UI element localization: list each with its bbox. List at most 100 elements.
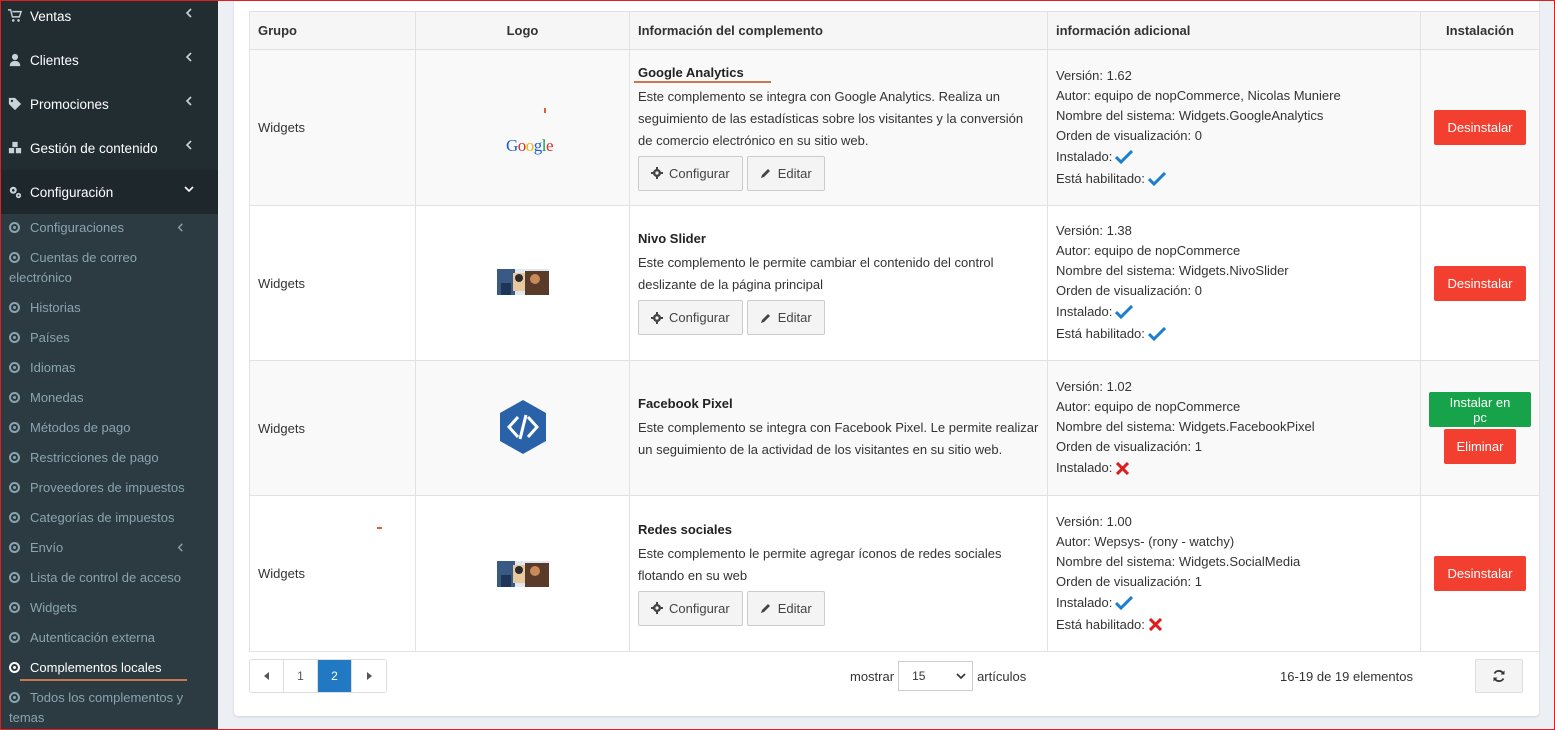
author-text: Autor: equipo de nopCommerce xyxy=(1056,243,1241,258)
group-cell: Widgets xyxy=(249,360,416,496)
col-header-logo[interactable]: Logo xyxy=(415,11,630,50)
pencil-icon xyxy=(760,313,770,323)
configure-button[interactable]: Configurar xyxy=(638,590,743,626)
page-button-2[interactable]: 2 xyxy=(318,660,352,692)
prev-page-button[interactable] xyxy=(250,660,284,692)
plugin-name: Google Analytics xyxy=(638,64,744,80)
sub-item-label: Configuraciones xyxy=(30,220,124,235)
page-size-control: mostrar 15 artículos xyxy=(850,661,1026,691)
system-name-text: Nombre del sistema: Widgets.NivoSlider xyxy=(1056,263,1289,278)
edit-button[interactable]: Editar xyxy=(746,155,825,191)
sidebar-item-clientes[interactable]: Clientes xyxy=(0,38,218,82)
sidebar-item-configuracion[interactable]: Configuración xyxy=(0,170,218,214)
col-header-grupo[interactable]: Grupo xyxy=(249,11,416,50)
col-header-informacion[interactable]: Información del complemento xyxy=(629,11,1048,50)
google-logo-letter: o xyxy=(525,135,535,155)
col-header-info-adicional[interactable]: información adicional xyxy=(1047,11,1421,50)
button-label: Editar xyxy=(777,165,812,181)
uninstall-button[interactable]: Desinstalar xyxy=(1434,265,1526,301)
page-button-1[interactable]: 1 xyxy=(284,660,318,692)
page-size-select[interactable]: 15 xyxy=(898,661,974,691)
sidebar-sub-cuentas-correo[interactable]: Cuentas de correo electrónico xyxy=(9,248,159,288)
sidebar-sub-restricciones-pago[interactable]: Restricciones de pago xyxy=(9,448,209,468)
button-label: Editar xyxy=(777,310,812,325)
chevron-left-icon xyxy=(177,543,183,552)
circle-icon xyxy=(9,542,20,553)
sidebar-sub-proveedores-impuestos[interactable]: Proveedores de impuestos xyxy=(9,478,209,498)
sidebar-item-ventas[interactable]: Ventas xyxy=(0,0,218,38)
uninstall-button[interactable]: Desinstalar xyxy=(1434,556,1526,591)
annotation-underline xyxy=(20,679,187,681)
sidebar-sub-paises[interactable]: Países xyxy=(9,328,209,348)
version-text: Versión: 1.62 xyxy=(1056,67,1132,83)
sidebar-sub-idiomas[interactable]: Idiomas xyxy=(9,358,209,378)
pencil-icon xyxy=(760,604,770,613)
next-page-button[interactable] xyxy=(352,660,386,692)
edit-button[interactable]: Editar xyxy=(746,590,825,626)
system-name-text: Nombre del sistema: Widgets.SocialMedia xyxy=(1056,553,1301,569)
circle-icon xyxy=(9,572,20,583)
install-cell: Instalar en pc Eliminar xyxy=(1420,360,1540,496)
configure-button[interactable]: Configurar xyxy=(638,155,743,191)
sidebar-sub-metodos-pago[interactable]: Métodos de pago xyxy=(9,418,209,438)
google-logo-letter: G xyxy=(506,135,518,155)
sub-item-label: Monedas xyxy=(30,390,84,405)
configure-button[interactable]: Configurar xyxy=(638,300,743,335)
sidebar-sub-lista-control-acceso[interactable]: Lista de control de acceso xyxy=(9,568,209,588)
chevron-left-icon xyxy=(185,52,192,62)
sidebar-item-gestion-contenido[interactable]: Gestión de contenido xyxy=(0,126,218,170)
page-size-value: 15 xyxy=(912,669,926,683)
caret-right-icon xyxy=(367,672,372,680)
uninstall-button[interactable]: Desinstalar xyxy=(1434,110,1526,145)
circle-icon xyxy=(9,662,20,673)
display-order-text: Orden de visualización: 0 xyxy=(1056,127,1202,143)
sidebar-sub-todos-complementos[interactable]: Todos los complementos y temas xyxy=(9,688,204,728)
sidebar-sub-historias[interactable]: Historias xyxy=(9,298,209,318)
sidebar-item-promociones[interactable]: Promociones xyxy=(0,82,218,126)
check-icon xyxy=(1115,305,1134,319)
sidebar-sub-monedas[interactable]: Monedas xyxy=(9,388,209,408)
refresh-button[interactable] xyxy=(1475,659,1523,693)
sidebar-sub-configuraciones[interactable]: Configuraciones xyxy=(9,218,209,238)
sidebar-sub-widgets[interactable]: Widgets xyxy=(9,598,209,618)
sub-item-label: Proveedores de impuestos xyxy=(30,480,185,495)
gear-icon xyxy=(651,311,663,324)
sidebar-sub-categorias-impuestos[interactable]: Categorías de impuestos xyxy=(9,508,209,528)
circle-icon xyxy=(9,452,20,463)
col-header-instalacion[interactable]: Instalación xyxy=(1420,11,1540,50)
user-icon xyxy=(9,53,21,67)
sub-item-label: Lista de control de acceso xyxy=(30,570,182,585)
plugin-info-cell: Redes sociales Este complemento le permi… xyxy=(629,495,1048,652)
plugin-description: Este complemento le permite agregar ícon… xyxy=(638,545,1002,583)
additional-info-cell: Versión: 1.62 Autor: equipo de nopCommer… xyxy=(1047,49,1421,206)
sub-item-label: Envío xyxy=(30,540,64,555)
cross-icon xyxy=(1116,461,1130,475)
install-button[interactable]: Instalar en pc xyxy=(1429,392,1531,427)
show-label: mostrar xyxy=(850,668,895,684)
sidebar-sub-autenticacion-externa[interactable]: Autenticación externa xyxy=(9,628,209,648)
sub-item-label: Categorías de impuestos xyxy=(30,510,175,525)
delete-button[interactable]: Eliminar xyxy=(1443,429,1517,464)
chevron-left-icon xyxy=(185,96,192,106)
sidebar-sub-complementos-locales[interactable]: Complementos locales xyxy=(9,658,209,678)
logo-cell xyxy=(377,495,630,652)
logo-cell xyxy=(415,205,630,361)
social-media-thumbnail xyxy=(497,560,549,587)
google-logo: Google xyxy=(506,135,554,156)
display-order-text: Orden de visualización: 0 xyxy=(1056,283,1202,298)
plugin-name: Nivo Slider xyxy=(638,231,706,246)
edit-button[interactable]: Editar xyxy=(746,300,825,335)
installed-label: Instalado: xyxy=(1056,460,1113,475)
plugin-name: Facebook Pixel xyxy=(638,395,733,411)
sub-item-label: Países xyxy=(30,330,70,345)
chevron-down-icon xyxy=(184,186,194,193)
installed-line: Instalado: xyxy=(1056,592,1412,614)
sidebar-item-label: Configuración xyxy=(30,184,114,200)
table-row: Widgets Redes sociales Este complemento … xyxy=(249,495,1540,652)
installed-label: Instalado: xyxy=(1056,304,1113,319)
sidebar-sub-envio[interactable]: Envío xyxy=(9,538,209,558)
check-icon xyxy=(1115,595,1134,610)
additional-info-cell: Versión: 1.00 Autor: Wepsys- (rony - wat… xyxy=(1047,495,1421,652)
installed-label: Instalado: xyxy=(1056,148,1113,164)
sidebar: Ventas Clientes Promociones Gestión de c… xyxy=(0,0,218,730)
